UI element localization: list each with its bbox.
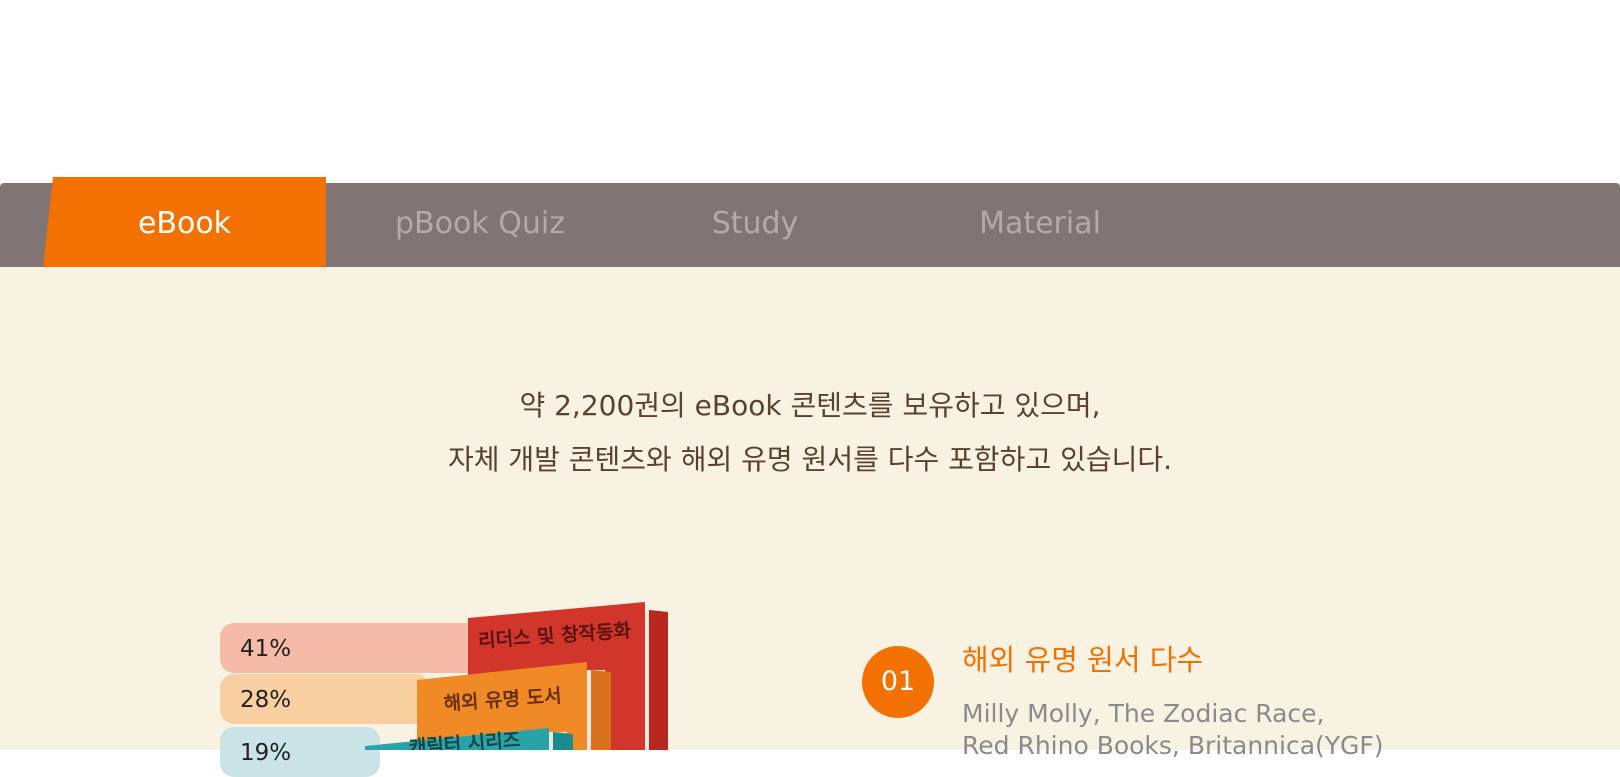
book-stack-illustration: 리더스 및 창작동화 해외 유명 도서 캐릭터 시리즈 <box>365 602 668 750</box>
feature-number-badge: 01 <box>862 646 934 718</box>
tab-pbook-quiz[interactable]: pBook Quiz <box>380 204 580 244</box>
feature-description-line-2: Red Rhino Books, Britannica(YGF) <box>962 731 1384 760</box>
distribution-percent-readers: 41% <box>240 636 292 662</box>
tab-study[interactable]: Study <box>680 204 830 244</box>
intro-line-1: 약 2,200권의 eBook 콘텐츠를 보유하고 있으며, <box>519 389 1101 422</box>
feature-description-line-1: Milly Molly, The Zodiac Race, <box>962 699 1325 728</box>
distribution-percent-characters: 19% <box>240 740 292 766</box>
intro-line-2: 자체 개발 콘텐츠와 해외 유명 원서를 다수 포함하고 있습니다. <box>447 443 1173 476</box>
feature-description: Milly Molly, The Zodiac Race, Red Rhino … <box>962 698 1602 762</box>
tab-ebook[interactable]: eBook <box>43 204 326 244</box>
feature-title: 해외 유명 원서 다수 <box>962 643 1204 677</box>
tab-material[interactable]: Material <box>950 204 1130 244</box>
distribution-percent-famous-books: 28% <box>240 687 292 713</box>
